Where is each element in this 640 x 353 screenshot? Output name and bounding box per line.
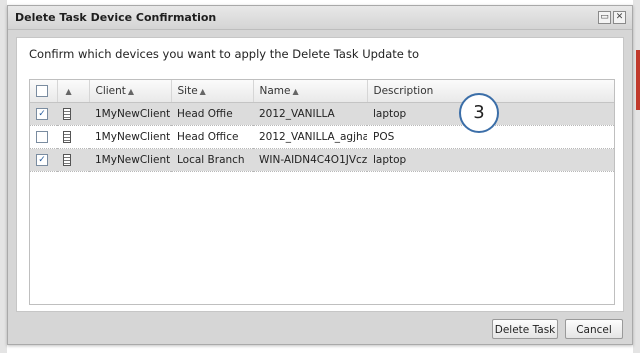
devices-grid: ▲ Client ▲ Site ▲ Name ▲ Description ✓ 1MyN… — [29, 79, 615, 305]
site-cell: Head Office — [171, 125, 253, 149]
device-icon — [63, 108, 71, 120]
device-icon — [63, 154, 71, 166]
dialog-content: Confirm which devices you want to apply … — [16, 37, 624, 312]
client-cell: 1MyNewClient — [89, 125, 171, 149]
site-header-label: Site — [177, 85, 198, 97]
client-cell: 1MyNewClient — [89, 148, 171, 172]
dialog-footer: Delete Task Cancel — [8, 312, 632, 344]
sort-asc-icon: ▲ — [199, 87, 206, 96]
sort-asc-icon: ▲ — [127, 87, 135, 96]
site-cell: Head Offie — [171, 102, 253, 126]
table-row[interactable]: ✓ 1MyNewClient Local Branch WIN-AIDN4C4O… — [30, 148, 614, 172]
table-row[interactable]: ✓ 1MyNewClient Head Offie 2012_VANILLA l… — [30, 102, 614, 126]
maximize-icon[interactable]: ▭ — [598, 11, 611, 24]
name-cell: 2012_VANILLA_agjhagj — [253, 125, 367, 149]
name-cell: WIN-AIDN4C4O1JVcz... — [253, 148, 367, 172]
description-header-label: Description — [373, 85, 434, 97]
client-header-label: Client — [95, 85, 126, 97]
row-checkbox[interactable]: ✓ — [36, 154, 48, 166]
cancel-button[interactable]: Cancel — [565, 319, 623, 339]
sort-asc-icon: ▲ — [65, 87, 72, 96]
delete-task-dialog: Delete Task Device Confirmation ▭ ✕ Conf… — [7, 5, 633, 345]
close-icon[interactable]: ✕ — [613, 11, 626, 24]
name-column-header[interactable]: Name ▲ — [253, 80, 368, 103]
delete-task-button[interactable]: Delete Task — [492, 319, 558, 339]
site-column-header[interactable]: Site ▲ — [171, 80, 254, 103]
grid-header-row: ▲ Client ▲ Site ▲ Name ▲ Description — [30, 80, 614, 103]
name-header-label: Name — [259, 85, 291, 97]
description-cell: laptop — [367, 148, 614, 172]
row-checkbox[interactable] — [36, 131, 48, 143]
window-controls: ▭ ✕ — [598, 11, 626, 24]
confirmation-prompt: Confirm which devices you want to apply … — [29, 47, 420, 61]
select-all-checkbox[interactable] — [36, 85, 48, 97]
select-all-header[interactable] — [30, 80, 58, 103]
client-column-header[interactable]: Client ▲ — [89, 80, 172, 103]
device-icon — [63, 131, 71, 143]
row-checkbox[interactable]: ✓ — [36, 108, 48, 120]
background-page-left — [0, 0, 7, 353]
dialog-title: Delete Task Device Confirmation — [15, 11, 217, 24]
name-cell: 2012_VANILLA — [253, 102, 367, 126]
sort-asc-icon: ▲ — [292, 87, 299, 96]
table-row[interactable]: 1MyNewClient Head Office 2012_VANILLA_ag… — [30, 125, 614, 149]
site-cell: Local Branch — [171, 148, 253, 172]
background-accent — [636, 50, 640, 110]
dialog-titlebar[interactable]: Delete Task Device Confirmation ▭ ✕ — [8, 6, 632, 30]
client-cell: 1MyNewClient — [89, 102, 171, 126]
type-column-header[interactable]: ▲ — [57, 80, 90, 103]
step-callout: 3 — [459, 93, 499, 133]
